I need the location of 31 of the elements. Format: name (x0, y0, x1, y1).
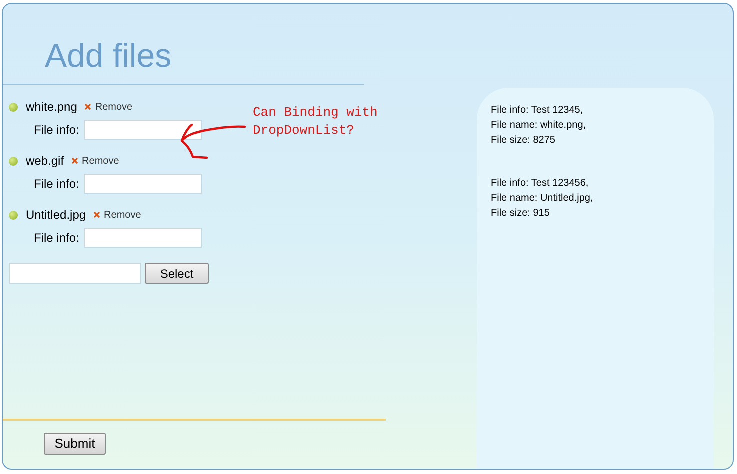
bullet-icon (9, 210, 18, 220)
file-name: white.png (26, 99, 78, 116)
bullet-icon (9, 102, 18, 112)
file-info-field[interactable] (84, 120, 202, 140)
summary-line: File name: white.png, (491, 119, 588, 132)
annotation-text: DropDownList? (253, 122, 356, 140)
summary-line: File info: Test 12345, (491, 104, 584, 117)
file-name: Untitled.jpg (26, 207, 86, 224)
summary-line: File size: 915 (491, 207, 551, 220)
page-title: Add files (45, 36, 173, 76)
close-icon (72, 158, 78, 164)
arrow-drawing (179, 121, 247, 161)
file-name: web.gif (26, 153, 64, 170)
close-icon (85, 104, 92, 110)
summary-line: File size: 8275 (491, 134, 556, 147)
remove-link[interactable]: Remove (72, 154, 120, 168)
remove-link[interactable]: Remove (85, 100, 133, 114)
field-label: File info: (34, 230, 80, 247)
summary-line: File info: Test 123456, (491, 177, 590, 190)
file-info-field[interactable] (84, 174, 202, 194)
field-label: File info: (34, 176, 80, 193)
close-icon (94, 212, 100, 218)
select-button[interactable]: Select (145, 263, 209, 284)
file-info-field[interactable] (84, 228, 202, 248)
file-path-field[interactable] (9, 263, 141, 284)
remove-link[interactable]: Remove (94, 208, 142, 222)
summary-line: File name: Untitled.jpg, (491, 192, 594, 205)
bullet-icon (9, 156, 18, 166)
annotation-text: Can Binding with (253, 104, 378, 122)
field-label: File info: (34, 122, 80, 139)
submit-button[interactable]: Submit (44, 432, 106, 455)
